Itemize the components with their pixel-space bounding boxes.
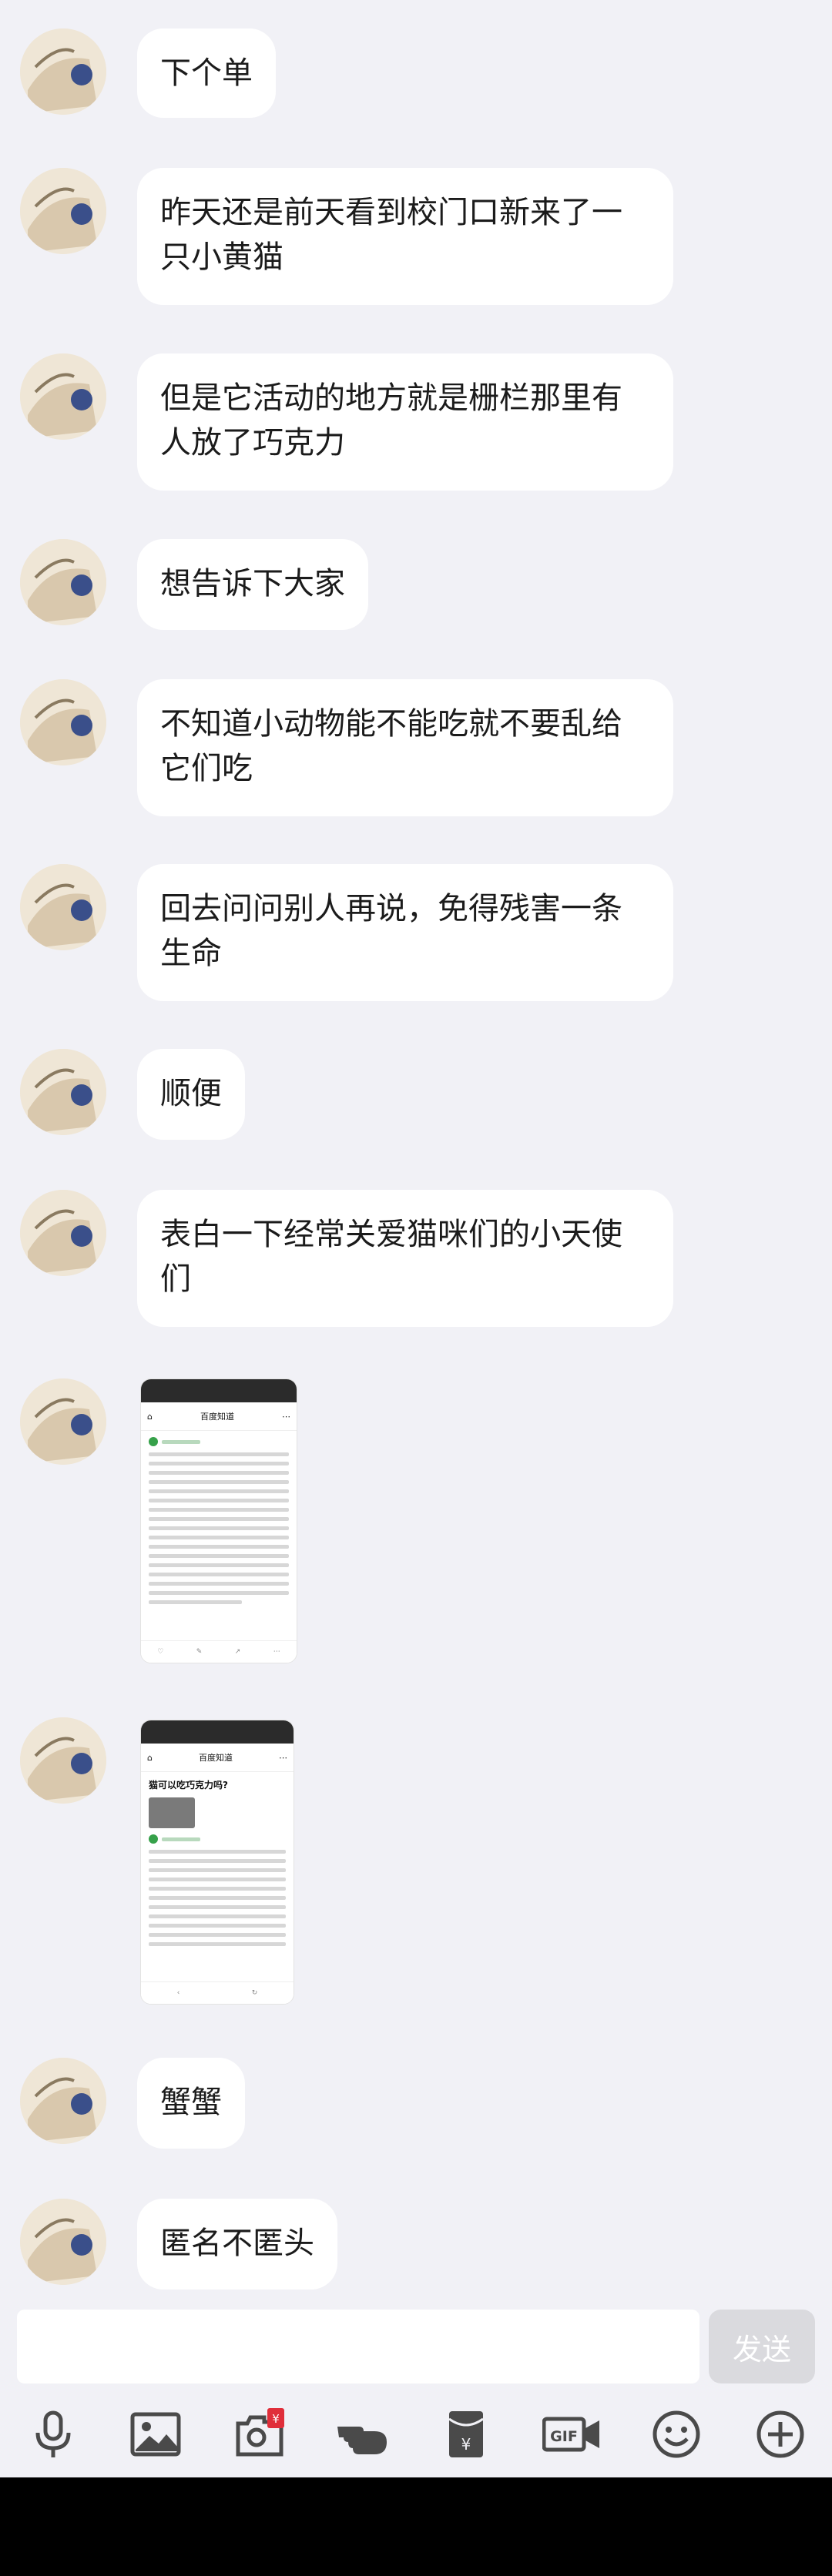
screenshot-nav: ⌂ 百度知道 ⋯: [141, 1744, 294, 1772]
avatar[interactable]: [20, 1717, 106, 1804]
image-message[interactable]: ⌂ 百度知道 ⋯ ♡ ✎ ↗ ⋯: [140, 1378, 297, 1663]
message-text: 昨天还是前天看到校门口新来了一只小黄猫: [160, 195, 622, 275]
svg-text:¥: ¥: [461, 2435, 471, 2454]
svg-text:GIF: GIF: [550, 2428, 578, 2445]
cat-photo: [149, 1797, 195, 1828]
answer-header: [149, 1834, 286, 1844]
screenshot-title: 百度知道: [200, 1412, 234, 1422]
avatar[interactable]: [20, 28, 106, 115]
message-text: 不知道小动物能不能吃就不要乱给它们吃: [160, 706, 622, 786]
avatar[interactable]: [20, 2199, 106, 2285]
poke-icon[interactable]: [335, 2407, 389, 2461]
system-nav-bar: [0, 2477, 832, 2576]
message-bubble[interactable]: 顺便: [137, 1049, 245, 1140]
avatar[interactable]: [20, 539, 106, 625]
svg-text:¥: ¥: [272, 2412, 280, 2426]
message-bubble[interactable]: 不知道小动物能不能吃就不要乱给它们吃: [137, 679, 673, 816]
message-bubble[interactable]: 但是它活动的地方就是栅栏那里有人放了巧克力: [137, 353, 673, 491]
message-bubble[interactable]: 匿名不匿头: [137, 2199, 337, 2290]
screenshot-footer: ♡ ✎ ↗ ⋯: [141, 1640, 297, 1663]
message-text: 回去问问别人再说，免得残害一条生命: [160, 891, 622, 971]
message-bubble[interactable]: 昨天还是前天看到校门口新来了一只小黄猫: [137, 168, 673, 305]
microphone-icon[interactable]: [26, 2407, 80, 2461]
red-envelope-icon[interactable]: ¥: [439, 2407, 493, 2461]
emoji-icon[interactable]: [649, 2407, 703, 2461]
plus-icon[interactable]: [753, 2407, 807, 2461]
avatar[interactable]: [20, 353, 106, 440]
screenshot-title: 百度知道: [198, 1753, 233, 1763]
avatar[interactable]: [20, 1378, 106, 1465]
answer-header: [149, 1437, 289, 1446]
message-text: 蟹蟹: [160, 2085, 222, 2120]
message-input[interactable]: [17, 2310, 699, 2383]
message-text: 表白一下经常关爱猫咪们的小天使们: [160, 1217, 622, 1297]
screenshot-status-bar: [141, 1379, 297, 1402]
screenshot-question: 猫可以吃巧克力吗?: [149, 1780, 228, 1790]
image-message[interactable]: ⌂ 百度知道 ⋯ 猫可以吃巧克力吗? ‹ ↻: [140, 1720, 294, 2005]
screenshot-nav: ⌂ 百度知道 ⋯: [141, 1402, 297, 1431]
message-bubble[interactable]: 回去问问别人再说，免得残害一条生命: [137, 864, 673, 1001]
message-bubble[interactable]: 蟹蟹: [137, 2058, 245, 2149]
send-button[interactable]: 发送: [709, 2310, 815, 2383]
avatar[interactable]: [20, 1049, 106, 1135]
avatar[interactable]: [20, 2058, 106, 2144]
avatar[interactable]: [20, 1190, 106, 1276]
message-bubble[interactable]: 表白一下经常关爱猫咪们的小天使们: [137, 1190, 673, 1327]
message-bubble[interactable]: 下个单: [137, 28, 276, 118]
message-text: 想告诉下大家: [160, 566, 345, 601]
screenshot-status-bar: [141, 1720, 294, 1744]
image-icon[interactable]: [129, 2407, 183, 2461]
red-packet-camera-icon[interactable]: ¥: [233, 2407, 287, 2461]
message-text: 顺便: [160, 1076, 222, 1111]
gif-icon[interactable]: GIF: [542, 2407, 601, 2461]
message-bubble[interactable]: 想告诉下大家: [137, 539, 368, 630]
message-text: 但是它活动的地方就是栅栏那里有人放了巧克力: [160, 380, 622, 461]
message-text: 匿名不匿头: [160, 2226, 314, 2261]
avatar[interactable]: [20, 168, 106, 254]
screenshot-footer: ‹ ↻: [141, 1981, 294, 2004]
avatar[interactable]: [20, 679, 106, 765]
chat-toolbar: ¥ ¥ GIF: [0, 2407, 832, 2461]
message-text: 下个单: [160, 55, 253, 91]
avatar[interactable]: [20, 864, 106, 950]
